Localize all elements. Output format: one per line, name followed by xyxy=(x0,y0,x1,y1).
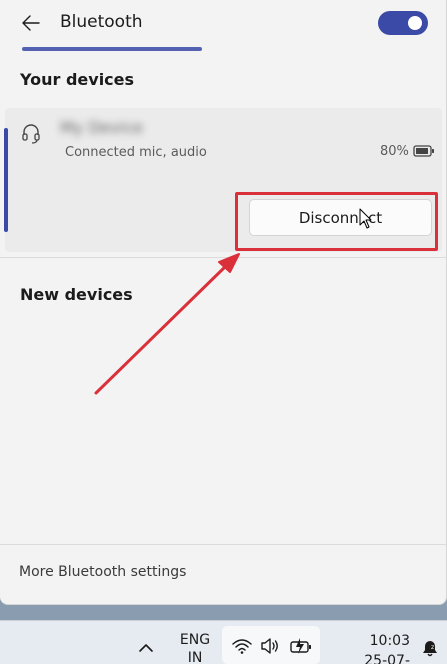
language-indicator[interactable]: ENG IN xyxy=(175,631,215,664)
bluetooth-toggle[interactable] xyxy=(378,11,428,35)
arrow-left-icon xyxy=(22,15,40,31)
focus-assist-icon[interactable]: z xyxy=(421,639,439,659)
battery-icon xyxy=(413,145,434,157)
headset-icon xyxy=(22,124,40,144)
clock[interactable]: 10:03 25-07-2023 xyxy=(330,631,410,664)
clock-date: 25-07-2023 xyxy=(364,653,410,664)
clock-time: 10:03 xyxy=(369,633,410,649)
volume-icon xyxy=(261,638,278,654)
quick-settings-button[interactable] xyxy=(222,626,320,664)
mouse-cursor-icon xyxy=(359,208,372,229)
toggle-knob xyxy=(408,16,422,30)
battery-percentage: 80% xyxy=(380,144,409,159)
wifi-icon xyxy=(232,639,252,654)
your-devices-heading: Your devices xyxy=(20,70,135,89)
device-name: My Device xyxy=(60,118,144,137)
taskbar: ENG IN 10:03 25-07-2023 z xyxy=(0,620,447,664)
section-divider xyxy=(0,257,446,258)
svg-text:z: z xyxy=(431,644,434,651)
language-region: IN xyxy=(187,650,203,664)
device-status: Connected mic, audio xyxy=(65,145,207,160)
bluetooth-flyout: Bluetooth Your devices My Device Connect… xyxy=(0,0,447,605)
annotation-highlight-box xyxy=(235,192,438,251)
header-underline xyxy=(22,47,202,51)
footer-divider xyxy=(0,544,446,545)
chevron-up-icon[interactable] xyxy=(137,641,155,655)
device-selected-indicator xyxy=(4,128,8,232)
new-devices-heading: New devices xyxy=(20,285,133,304)
language-code: ENG xyxy=(179,632,211,648)
battery-charging-icon xyxy=(290,638,311,654)
more-bluetooth-settings-link[interactable]: More Bluetooth settings xyxy=(19,564,186,580)
flyout-header: Bluetooth xyxy=(0,0,446,51)
back-button[interactable] xyxy=(18,10,44,36)
page-title: Bluetooth xyxy=(60,12,143,32)
